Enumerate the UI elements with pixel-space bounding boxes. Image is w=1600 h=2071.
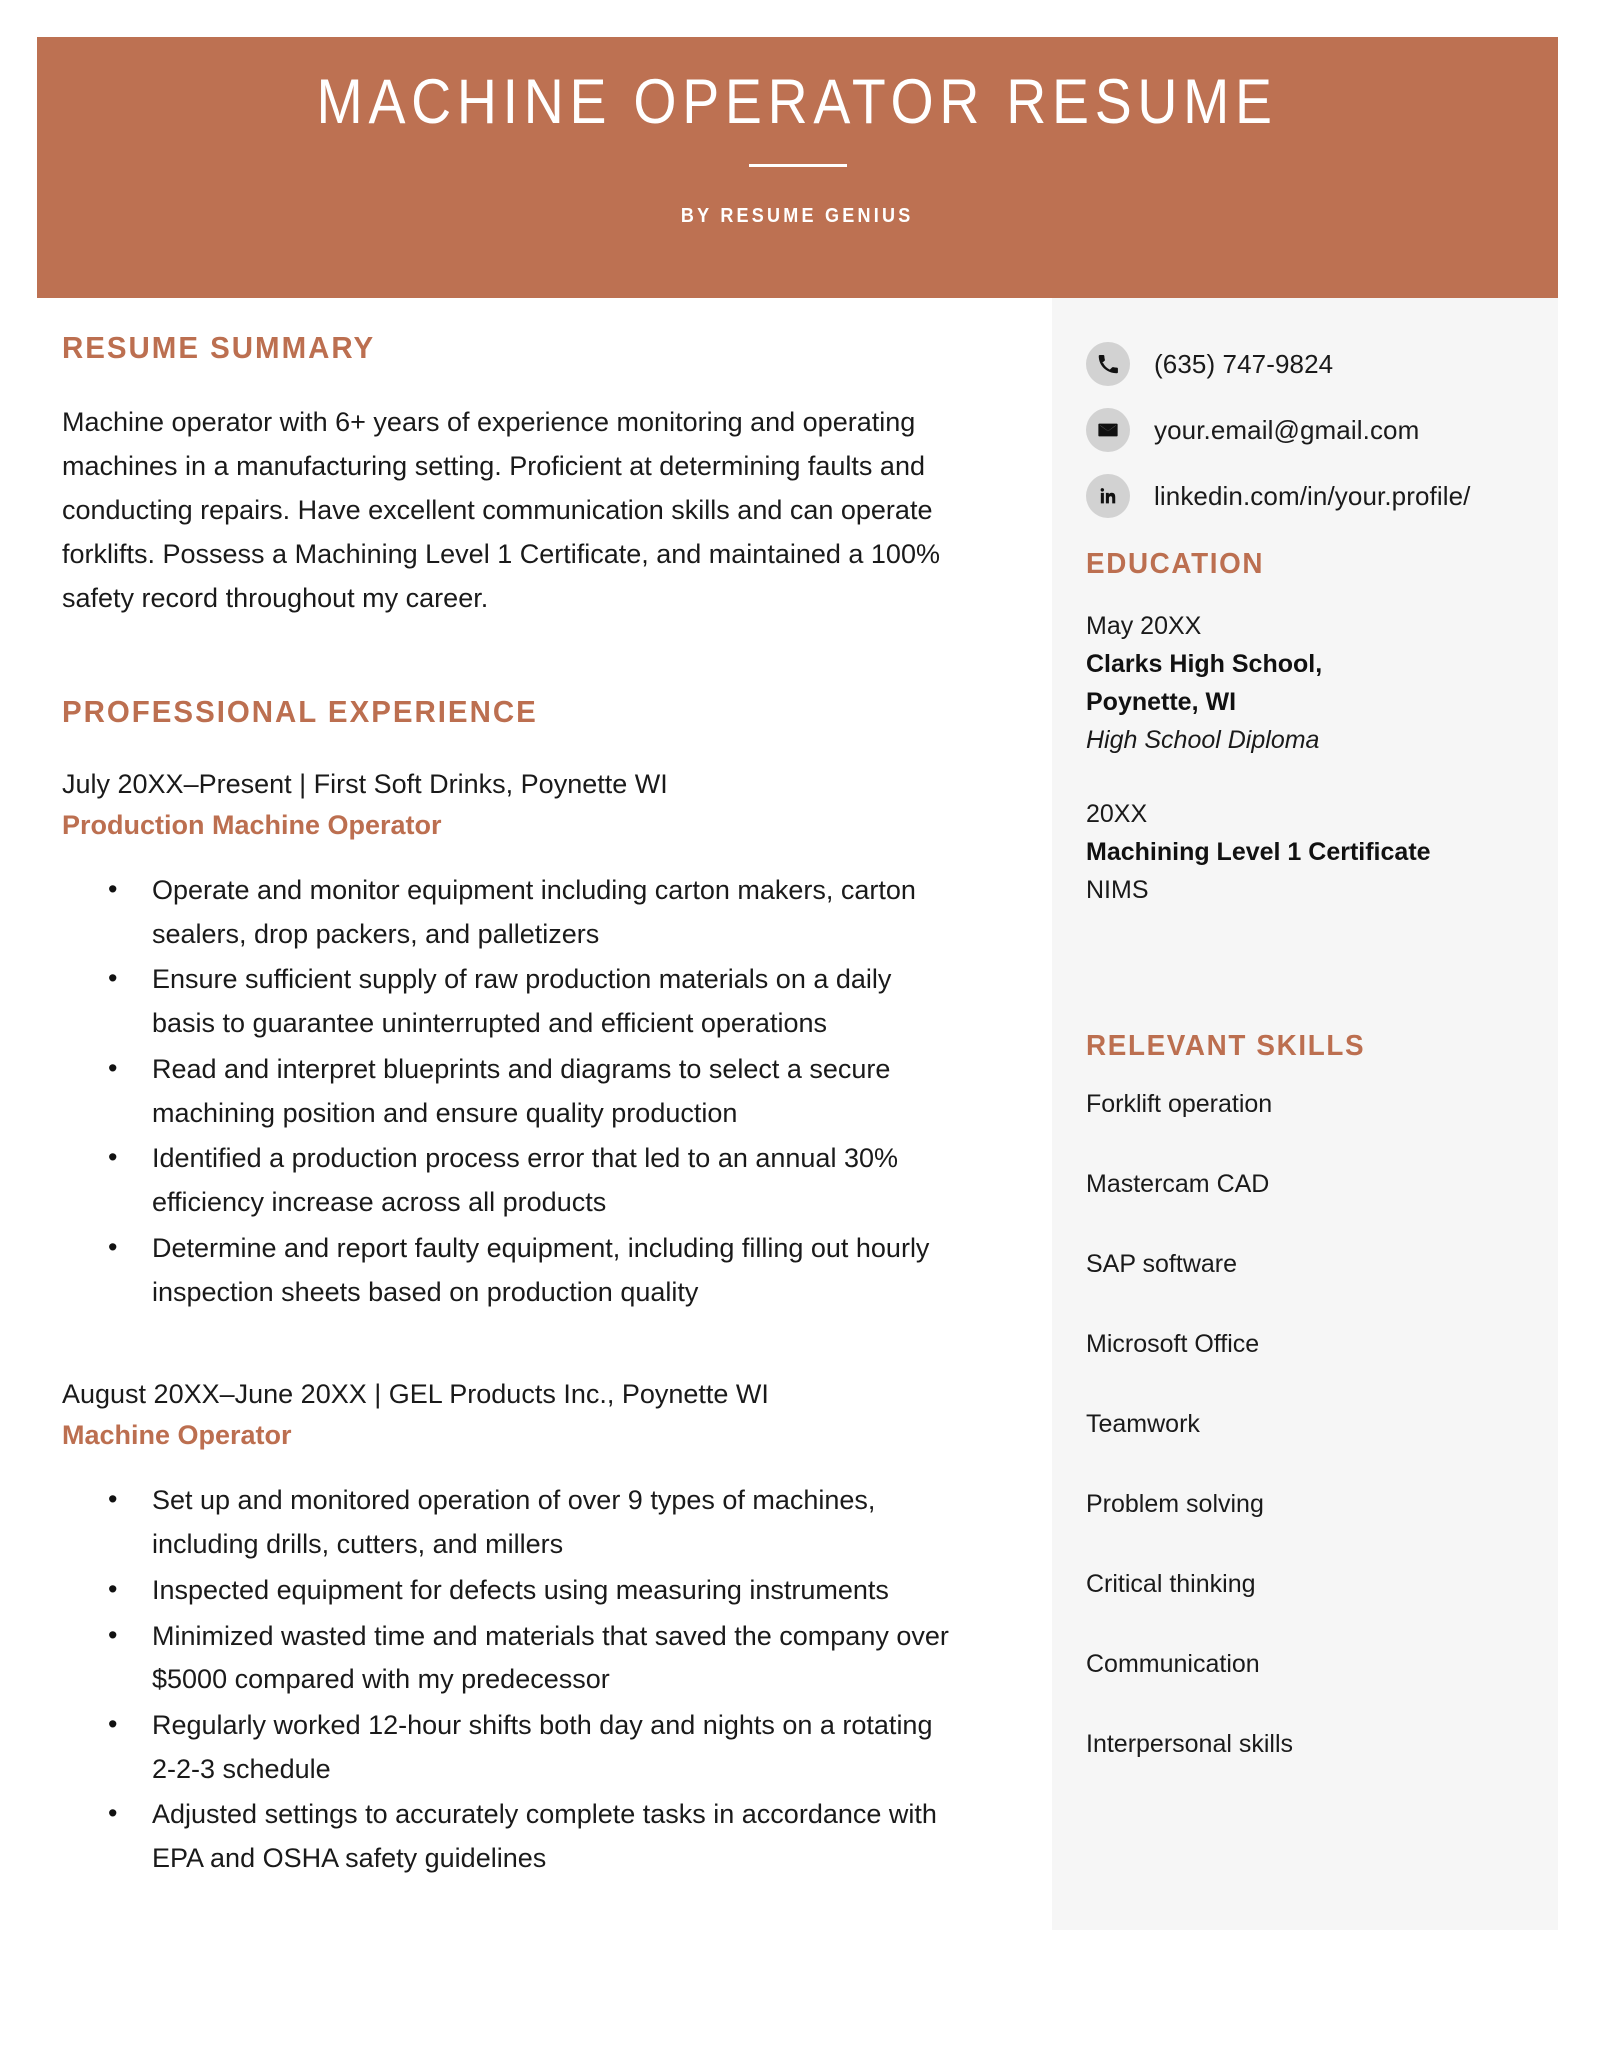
- list-item: Interpersonal skills: [1086, 1730, 1294, 1758]
- banner-subtitle: BY RESUME GENIUS: [681, 205, 914, 228]
- education-section: EDUCATION May 20XX Clarks High School, P…: [1086, 548, 1546, 909]
- education-entry: 20XX Machining Level 1 Certificate NIMS: [1086, 795, 1546, 909]
- list-item: Regularly worked 12-hour shifts both day…: [108, 1703, 952, 1791]
- list-item: Forklift operation: [1086, 1090, 1273, 1118]
- education-degree: High School Diploma: [1086, 726, 1320, 754]
- list-item: Minimized wasted time and materials that…: [108, 1614, 952, 1702]
- contact-email-value: your.email@gmail.com: [1154, 414, 1420, 445]
- list-item: Operate and monitor equipment including …: [108, 868, 952, 956]
- education-school-line2: Poynette, WI: [1086, 688, 1237, 716]
- education-school-line1: Clarks High School,: [1086, 650, 1323, 678]
- list-item: Adjusted settings to accurately complete…: [108, 1792, 952, 1880]
- summary-section: RESUME SUMMARY Machine operator with 6+ …: [62, 330, 1002, 620]
- list-item: Teamwork: [1086, 1410, 1200, 1438]
- education-entry: May 20XX Clarks High School, Poynette, W…: [1086, 607, 1546, 759]
- resume-page: MACHINE OPERATOR RESUME BY RESUME GENIUS…: [0, 0, 1600, 2071]
- list-item: Critical thinking: [1086, 1570, 1256, 1598]
- envelope-icon: [1086, 408, 1130, 452]
- skills-section: RELEVANT SKILLS Forklift operation Maste…: [1086, 1030, 1546, 1759]
- list-item: Set up and monitored operation of over 9…: [108, 1478, 952, 1566]
- list-item: Inspected equipment for defects using me…: [108, 1568, 952, 1613]
- education-date: 20XX: [1086, 800, 1148, 828]
- contact-list: (635) 747-9824 your.email@gmail.com link…: [1086, 342, 1546, 540]
- summary-heading: RESUME SUMMARY: [62, 330, 376, 365]
- list-item: Mastercam CAD: [1086, 1170, 1270, 1198]
- contact-row-phone[interactable]: (635) 747-9824: [1086, 342, 1546, 386]
- skills-heading: RELEVANT SKILLS: [1086, 1030, 1366, 1062]
- header-banner: MACHINE OPERATOR RESUME BY RESUME GENIUS: [37, 37, 1558, 298]
- job-title: Machine Operator: [62, 1419, 292, 1450]
- page-title: MACHINE OPERATOR RESUME: [316, 67, 1279, 137]
- job-bullets: Operate and monitor equipment including …: [62, 868, 1002, 1314]
- job-title: Production Machine Operator: [62, 809, 442, 840]
- list-item: Problem solving: [1086, 1490, 1264, 1518]
- education-date: May 20XX: [1086, 612, 1202, 640]
- sidebar: (635) 747-9824 your.email@gmail.com link…: [1052, 298, 1558, 1930]
- list-item: SAP software: [1086, 1250, 1238, 1278]
- list-item: Read and interpret blueprints and diagra…: [108, 1047, 952, 1135]
- list-item: Identified a production process error th…: [108, 1136, 952, 1224]
- list-item: Communication: [1086, 1650, 1260, 1678]
- job-meta: August 20XX–June 20XX | GEL Products Inc…: [62, 1379, 769, 1410]
- experience-job: July 20XX–Present | First Soft Drinks, P…: [62, 764, 1002, 1314]
- experience-section: PROFESSIONAL EXPERIENCE July 20XX–Presen…: [62, 694, 1002, 1881]
- title-divider: [748, 164, 847, 168]
- experience-heading: PROFESSIONAL EXPERIENCE: [62, 694, 538, 729]
- list-item: Microsoft Office: [1086, 1330, 1260, 1358]
- education-heading: EDUCATION: [1086, 548, 1265, 580]
- job-bullets: Set up and monitored operation of over 9…: [62, 1478, 1002, 1881]
- job-meta: July 20XX–Present | First Soft Drinks, P…: [62, 769, 668, 799]
- education-certificate-name: Machining Level 1 Certificate: [1086, 838, 1431, 866]
- main-column: RESUME SUMMARY Machine operator with 6+ …: [62, 330, 1002, 1893]
- summary-text: Machine operator with 6+ years of experi…: [62, 407, 940, 613]
- list-item: Ensure sufficient supply of raw producti…: [108, 957, 952, 1045]
- list-item: Determine and report faulty equipment, i…: [108, 1226, 952, 1314]
- experience-job: August 20XX–June 20XX | GEL Products Inc…: [62, 1374, 1002, 1881]
- contact-linkedin-value: linkedin.com/in/your.profile/: [1154, 480, 1471, 511]
- contact-row-email[interactable]: your.email@gmail.com: [1086, 408, 1546, 452]
- contact-row-linkedin[interactable]: linkedin.com/in/your.profile/: [1086, 474, 1546, 518]
- contact-phone-value: (635) 747-9824: [1154, 348, 1334, 379]
- linkedin-icon: [1086, 474, 1130, 518]
- phone-icon: [1086, 342, 1130, 386]
- education-certifying-org: NIMS: [1086, 876, 1149, 904]
